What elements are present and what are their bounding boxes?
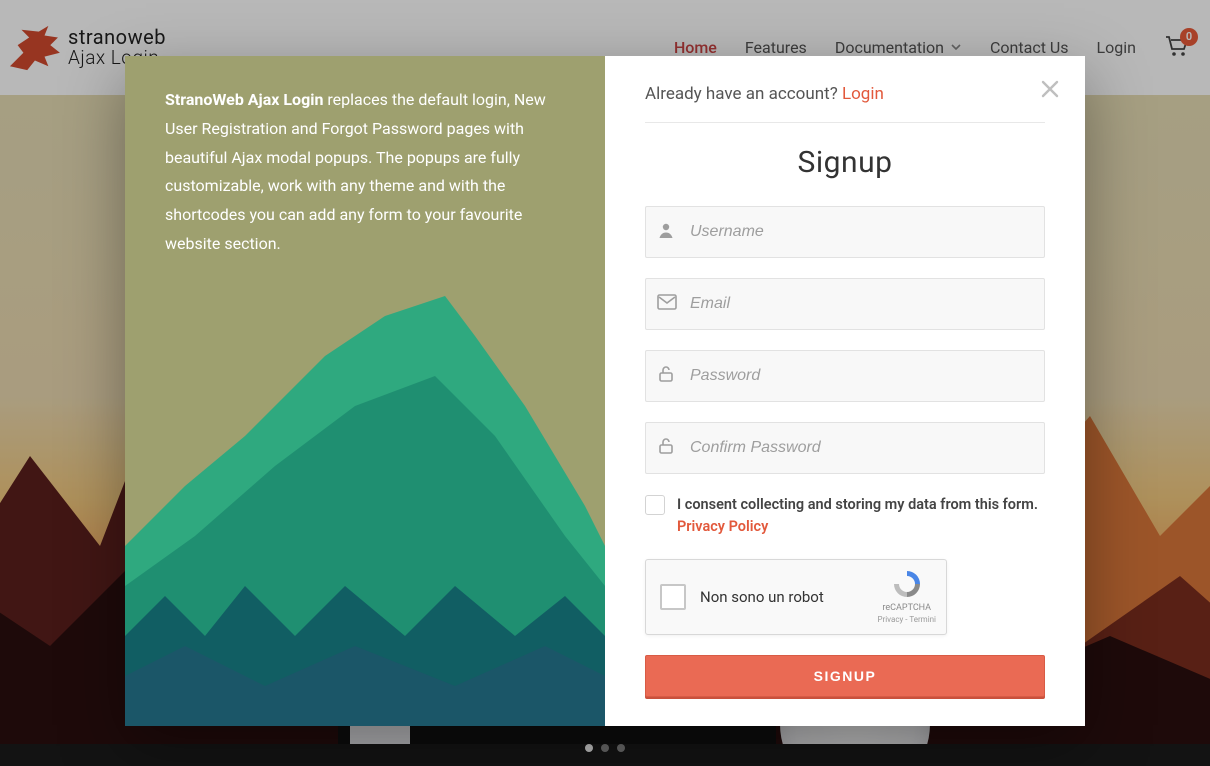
close-icon — [1039, 85, 1061, 104]
unlock-icon — [657, 437, 675, 459]
recaptcha-widget: Non sono un robot reCAPTCHA Privacy - Te… — [645, 559, 947, 635]
password-input[interactable] — [645, 350, 1045, 402]
email-field-wrap — [645, 278, 1045, 330]
user-icon — [657, 221, 675, 243]
modal-promo-copy: StranoWeb Ajax Login replaces the defaul… — [125, 56, 605, 259]
signup-modal: StranoWeb Ajax Login replaces the defaul… — [125, 56, 1085, 726]
envelope-icon — [657, 294, 677, 314]
username-field-wrap — [645, 206, 1045, 258]
recaptcha-checkbox[interactable] — [660, 584, 686, 610]
consent-checkbox[interactable] — [645, 495, 665, 515]
divider — [645, 122, 1045, 123]
modal-form-panel: Already have an account? Login Signup — [605, 56, 1085, 726]
consent-text: I consent collecting and storing my data… — [677, 496, 1038, 513]
recaptcha-privacy-terms: Privacy - Termini — [877, 615, 936, 625]
recaptcha-label: Non sono un robot — [700, 588, 863, 606]
close-button[interactable] — [1039, 78, 1061, 104]
login-link[interactable]: Login — [842, 84, 884, 104]
already-have-account: Already have an account? Login — [645, 84, 1045, 104]
mountain-illustration — [125, 286, 605, 726]
consent-label: I consent collecting and storing my data… — [677, 494, 1045, 539]
modal-promo-panel: StranoWeb Ajax Login replaces the defaul… — [125, 56, 605, 726]
promo-bold: StranoWeb Ajax Login — [165, 90, 323, 109]
email-input[interactable] — [645, 278, 1045, 330]
consent-row: I consent collecting and storing my data… — [645, 494, 1045, 539]
password-field-wrap — [645, 350, 1045, 402]
username-input[interactable] — [645, 206, 1045, 258]
unlock-icon — [657, 365, 675, 387]
recaptcha-logo-icon — [890, 592, 924, 602]
recaptcha-brand-text: reCAPTCHA — [877, 603, 936, 615]
privacy-policy-link[interactable]: Privacy Policy — [677, 518, 768, 535]
already-text: Already have an account? — [645, 84, 842, 104]
promo-rest: replaces the default login, New User Reg… — [165, 90, 546, 253]
signup-button[interactable]: SIGNUP — [645, 655, 1045, 697]
signup-title: Signup — [645, 145, 1045, 180]
recaptcha-brand: reCAPTCHA Privacy - Termini — [877, 569, 936, 626]
confirm-password-field-wrap — [645, 422, 1045, 474]
confirm-password-input[interactable] — [645, 422, 1045, 474]
